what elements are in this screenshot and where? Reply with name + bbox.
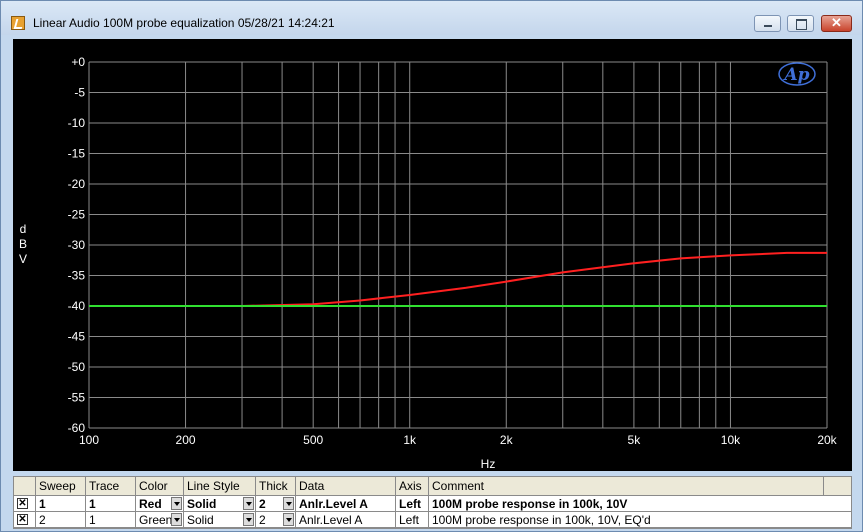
app-icon [11,16,25,30]
cell-thick[interactable]: 2 [256,512,296,528]
cell-data[interactable]: Anlr.Level A [296,496,396,512]
maximize-button[interactable] [787,15,814,32]
cell-sweep[interactable]: 2 [36,512,86,528]
thick-value: 2 [259,513,266,527]
y-tick-label: -45 [68,330,86,344]
y-tick-label: -10 [68,116,86,130]
y-tick-label: -50 [68,360,86,374]
y-axis-label: V [19,252,27,266]
cell-trace[interactable]: 1 [86,512,136,528]
app-window: Linear Audio 100M probe equalization 05/… [0,0,863,532]
cell-axis[interactable]: Left [396,512,429,528]
minimize-icon [764,25,772,27]
header-sweep[interactable]: Sweep [36,477,86,496]
row-checkbox-cell[interactable]: ✕ [14,496,36,512]
cell-line-style[interactable]: Solid [184,496,256,512]
line-style-value: Solid [187,497,217,511]
maximize-icon [796,19,807,30]
window-title: Linear Audio 100M probe equalization 05/… [33,16,335,30]
header-color[interactable]: Color [136,477,184,496]
color-value: Red [139,497,162,511]
cell-thick[interactable]: 2 [256,496,296,512]
table-row[interactable]: ✕ 1 1 Red Solid 2 Anlr.Level A Left 100M… [14,496,851,512]
cell-sweep[interactable]: 1 [36,496,86,512]
x-axis-label: Hz [481,457,496,471]
y-axis-label: B [19,237,27,251]
row-checkbox-cell[interactable]: ✕ [14,512,36,528]
header-trace[interactable]: Trace [86,477,136,496]
header-axis[interactable]: Axis [396,477,429,496]
cell-comment[interactable]: 100M probe response in 100k, 10V, EQ'd [429,512,851,528]
x-tick-label: 1k [403,433,417,447]
color-value: Green [139,513,173,527]
chevron-down-icon[interactable] [283,513,294,526]
minimize-button[interactable] [754,15,781,32]
x-tick-label: 500 [303,433,323,447]
cell-color[interactable]: Red [136,496,184,512]
x-tick-label: 200 [176,433,196,447]
chevron-down-icon[interactable] [171,497,182,510]
header-line-style[interactable]: Line Style [184,477,256,496]
x-tick-label: 5k [628,433,642,447]
x-tick-label: 100 [79,433,99,447]
chevron-down-icon[interactable] [171,513,182,526]
header-thick[interactable]: Thick [256,477,296,496]
table-row[interactable]: ✕ 2 1 Green Solid 2 Anlr.Level A Left 10… [14,512,851,528]
ap-logo: Ap [782,65,809,85]
x-tick-label: 20k [817,433,837,447]
x-tick-label: 2k [500,433,514,447]
frequency-response-chart[interactable]: +0-5-10-15-20-25-30-35-40-45-50-55-60100… [13,39,852,471]
sweep-table[interactable]: Sweep Trace Color Line Style Thick Data … [13,476,852,529]
y-tick-label: -5 [74,86,85,100]
cell-comment[interactable]: 100M probe response in 100k, 10V [429,496,851,512]
table-header: Sweep Trace Color Line Style Thick Data … [14,477,851,496]
y-tick-label: -40 [68,299,86,313]
series-line[interactable] [170,251,827,307]
row-checkbox[interactable]: ✕ [17,514,28,525]
close-button[interactable]: ✕ [821,15,852,32]
cell-line-style[interactable]: Solid [184,512,256,528]
y-tick-label: -25 [68,208,86,222]
y-tick-label: -20 [68,177,86,191]
graph-panel[interactable]: +0 -5 -10 -15 -20 -25 -30 -35 -40 -45 -50 -55 -60 100… [13,39,852,471]
x-tick-label: 10k [721,433,741,447]
y-tick-label: -30 [68,238,86,252]
y-axis-label: d [20,222,27,236]
chevron-down-icon[interactable] [243,497,254,510]
header-data[interactable]: Data [296,477,396,496]
header-blank [14,477,36,496]
title-bar[interactable]: Linear Audio 100M probe equalization 05/… [1,1,862,35]
y-tick-label: -55 [68,391,86,405]
y-tick-label: -35 [68,269,86,283]
row-checkbox[interactable]: ✕ [17,498,28,509]
header-filler [824,477,851,496]
cell-trace[interactable]: 1 [86,496,136,512]
header-comment[interactable]: Comment [429,477,824,496]
y-tick-label: +0 [71,55,85,69]
y-tick-label: -15 [68,147,86,161]
chevron-down-icon[interactable] [243,513,254,526]
thick-value: 2 [259,497,266,511]
close-icon: ✕ [831,15,842,30]
line-style-value: Solid [187,513,214,527]
chevron-down-icon[interactable] [283,497,294,510]
cell-axis[interactable]: Left [396,496,429,512]
cell-color[interactable]: Green [136,512,184,528]
cell-data[interactable]: Anlr.Level A [296,512,396,528]
